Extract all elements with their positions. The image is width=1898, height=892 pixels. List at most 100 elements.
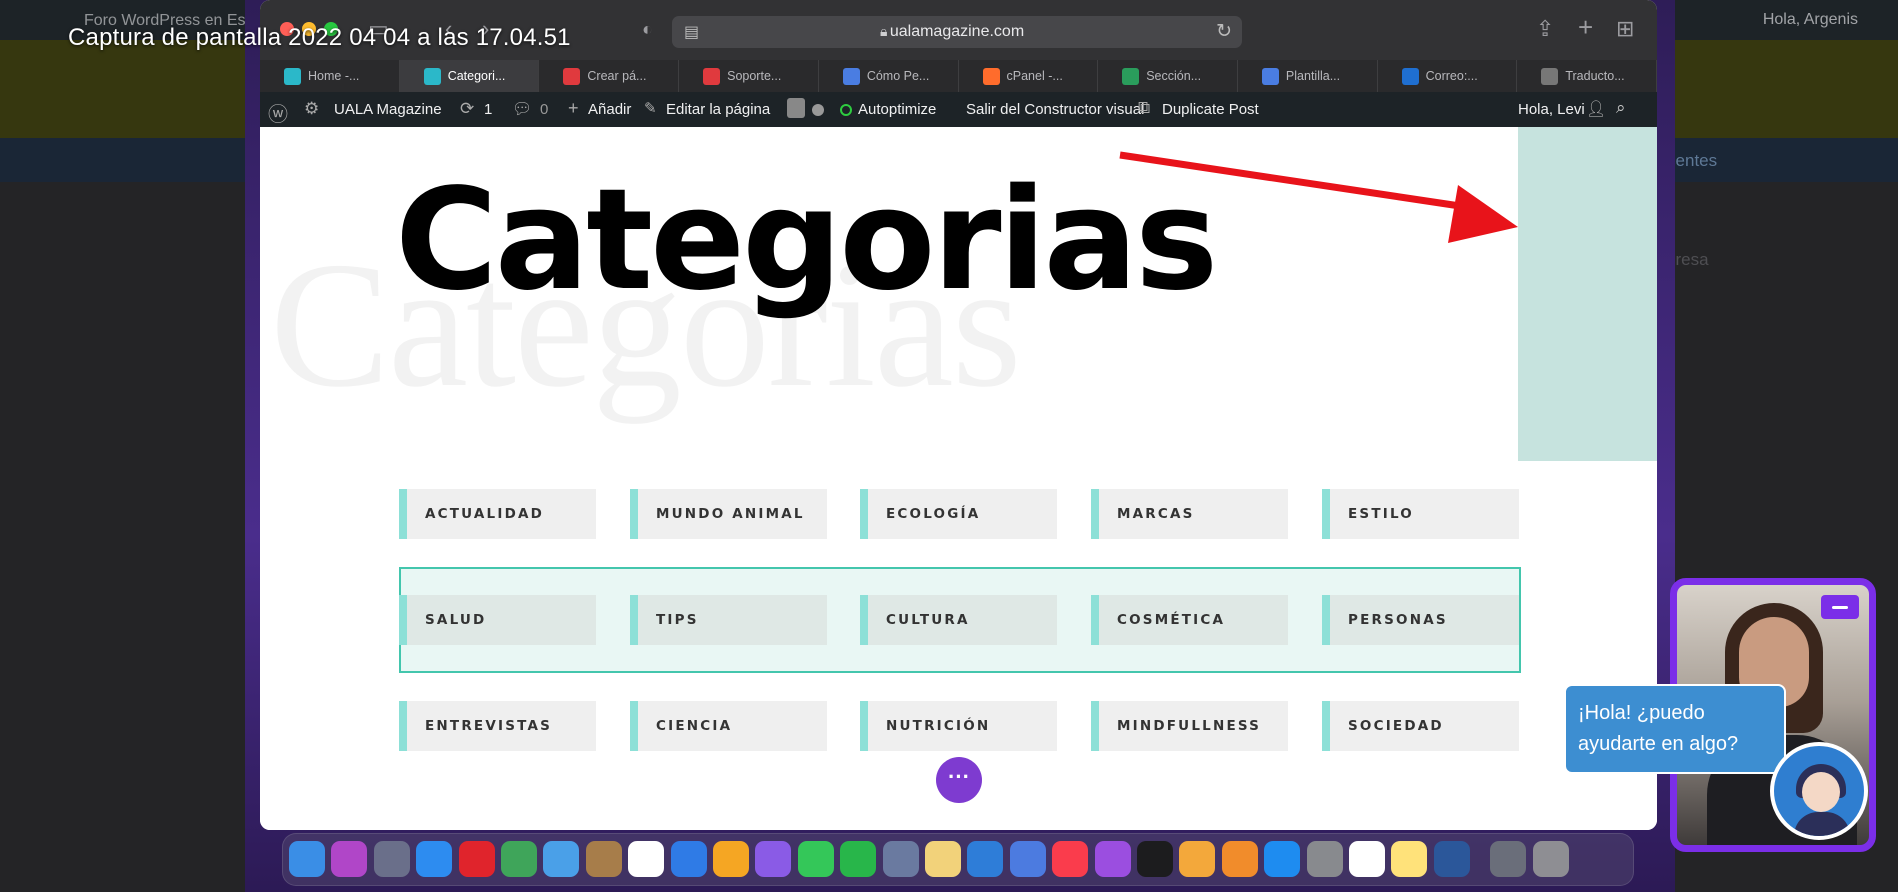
reload-icon[interactable]: ↻	[1216, 20, 1232, 43]
builder-more-button[interactable]: ···	[936, 757, 982, 803]
new-tab-icon[interactable]: +	[1578, 12, 1593, 43]
calendar-icon[interactable]	[628, 841, 665, 877]
category-button[interactable]: CIENCIA	[630, 701, 827, 751]
category-button[interactable]: CULTURA	[860, 595, 1057, 645]
launchpad-icon[interactable]	[373, 841, 410, 877]
charts-icon[interactable]	[1009, 841, 1046, 877]
category-button[interactable]: ECOLOGÍA	[860, 489, 1057, 539]
autoptimize-link[interactable]: Autoptimize	[858, 101, 936, 118]
category-button[interactable]: MARCAS	[1091, 489, 1288, 539]
category-button[interactable]: ENTREVISTAS	[399, 701, 596, 751]
tab-label: Crear pá...	[587, 69, 647, 83]
tab-bar: Home -... Categori... Crear pá... Soporte..…	[260, 60, 1657, 92]
wp-admin-bar: ⓦ ⚙ UALA Magazine ⟳ 1 💬︎ 0 + Añadir ✎ Ed…	[260, 92, 1657, 127]
facetime-icon[interactable]	[840, 841, 877, 877]
address-bar[interactable]: ▤ 🔒︎ ualamagazine.com ↻	[672, 16, 1242, 48]
canva-icon[interactable]	[670, 841, 707, 877]
browser-tab[interactable]: Categori...	[399, 60, 540, 92]
tab-label: Traducto...	[1565, 69, 1625, 83]
notes-icon[interactable]	[1391, 841, 1428, 877]
photos-icon[interactable]	[713, 841, 749, 877]
screen-recorder-icon[interactable]	[458, 841, 495, 877]
category-button[interactable]: MUNDO ANIMAL	[630, 489, 827, 539]
apple-tv-icon[interactable]	[1137, 841, 1173, 877]
category-button[interactable]: COSMÉTICA	[1091, 595, 1288, 645]
macos-dock	[282, 833, 1634, 886]
browser-tab[interactable]: Soporte...	[679, 60, 819, 92]
pages-icon[interactable]	[1179, 841, 1216, 877]
browser-tab[interactable]: Home -...	[260, 60, 400, 92]
browser-tab[interactable]: Plantilla...	[1238, 60, 1378, 92]
category-button[interactable]: TIPS	[630, 595, 827, 645]
category-button[interactable]: MINDFULLNESS	[1091, 701, 1288, 751]
music-icon[interactable]	[1052, 841, 1089, 877]
browser-tab[interactable]: cPanel -...	[959, 60, 1099, 92]
maps-icon[interactable]	[501, 841, 537, 877]
updates-count[interactable]: 1	[484, 101, 492, 118]
chat-bubble[interactable]: ¡Hola! ¿puedo ayudarte en algo?	[1564, 684, 1786, 774]
category-button[interactable]: ACTUALIDAD	[399, 489, 596, 539]
duplicate-icon: ⧉	[1138, 98, 1151, 117]
imovie-icon[interactable]	[755, 841, 792, 877]
add-new-link[interactable]: Añadir	[588, 101, 631, 118]
reminders-icon[interactable]	[1349, 841, 1385, 877]
keynote-icon[interactable]	[967, 841, 1004, 877]
comments-count[interactable]: 0	[540, 101, 548, 118]
word-icon[interactable]	[1433, 841, 1470, 877]
category-button[interactable]: NUTRICIÓN	[860, 701, 1057, 751]
search-icon[interactable]: ⌕	[1616, 98, 1626, 118]
w-green-icon	[1122, 67, 1140, 85]
updates-icon[interactable]: ⟳	[460, 99, 474, 119]
outlook-icon	[1401, 67, 1419, 85]
browser-tab[interactable]: Sección...	[1098, 60, 1238, 92]
app-store-icon[interactable]	[1264, 841, 1301, 877]
category-button[interactable]: SALUD	[399, 595, 596, 645]
browser-tab[interactable]: Cómo Pe...	[819, 60, 959, 92]
category-button[interactable]: ESTILO	[1322, 489, 1519, 539]
browser-tab[interactable]: Correo:...	[1378, 60, 1518, 92]
page-content: Categorias Categorias ACTUALIDAD MUNDO AN…	[260, 127, 1657, 830]
mail-icon[interactable]	[543, 841, 580, 877]
podcasts-icon[interactable]	[1094, 841, 1131, 877]
preview-icon[interactable]	[882, 841, 919, 877]
books-icon[interactable]	[1221, 841, 1258, 877]
user-greeting[interactable]: Hola, Levi	[1518, 101, 1585, 118]
w-icon	[703, 67, 721, 85]
category-button[interactable]: SOCIEDAD	[1322, 701, 1519, 751]
category-button[interactable]: PERSONAS	[1322, 595, 1519, 645]
tab-label: Home -...	[308, 69, 360, 83]
quicktime-icon[interactable]	[1490, 841, 1527, 877]
share-icon[interactable]: ⇪	[1536, 16, 1554, 42]
tab-overview-icon[interactable]: ⊞	[1616, 16, 1634, 42]
edit-page-link[interactable]: Editar la página	[666, 101, 770, 118]
tab-label: Correo:...	[1425, 69, 1478, 83]
tab-label: Sección...	[1146, 69, 1202, 83]
duplicate-post-link[interactable]: Duplicate Post	[1162, 101, 1259, 118]
seo-status-icon	[812, 104, 824, 116]
comments-icon[interactable]: 💬︎	[512, 99, 532, 119]
uala-icon	[423, 67, 441, 85]
wordpress-logo-icon[interactable]: ⓦ	[268, 98, 288, 127]
tab-label: cPanel -...	[1006, 69, 1063, 83]
messages-icon[interactable]	[797, 841, 834, 877]
red-arrow	[1119, 151, 1518, 243]
trash-icon[interactable]	[1532, 841, 1569, 877]
user-avatar-icon[interactable]: 👤︎	[1586, 99, 1606, 119]
pencil-icon: ✎	[644, 100, 657, 117]
contacts-icon[interactable]	[585, 841, 622, 877]
finder-icon[interactable]	[289, 841, 325, 877]
siri-icon[interactable]	[331, 841, 368, 877]
site-name-link[interactable]: UALA Magazine	[334, 101, 442, 118]
minimize-webcam-button[interactable]	[1821, 595, 1859, 619]
safari-icon[interactable]	[416, 841, 453, 877]
page-title[interactable]: Categorias	[395, 171, 1218, 311]
chat-avatar-button[interactable]	[1770, 742, 1868, 840]
shield-icon[interactable]: ◐	[642, 19, 653, 40]
exit-visual-builder-link[interactable]: Salir del Constructor visual	[966, 101, 1144, 118]
system-preferences-icon[interactable]	[1306, 841, 1343, 877]
tab-label: Soporte...	[727, 69, 782, 83]
yoast-icon[interactable]	[787, 98, 805, 118]
browser-tab[interactable]: Traducto...	[1517, 60, 1657, 92]
notes-app-icon[interactable]	[925, 841, 961, 877]
browser-tab[interactable]: Crear pá...	[539, 60, 680, 92]
